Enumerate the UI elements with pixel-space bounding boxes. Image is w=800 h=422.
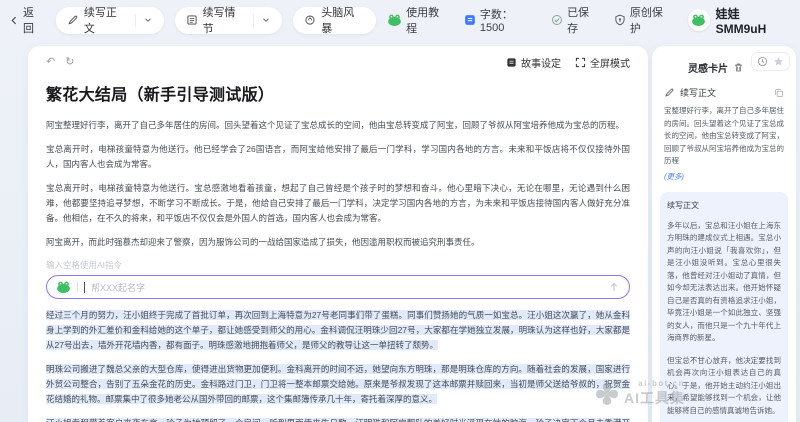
trash-icon[interactable] [733,62,744,73]
tutorial-button[interactable]: 使用教程 [387,4,450,36]
star-icon[interactable] [773,56,784,67]
text-cursor [84,282,85,293]
inspiration-header: 灵感卡片 [660,56,788,78]
saved-status: 已保存 [551,4,600,36]
inspiration-card[interactable]: 续写正文 宝整理好行李，离开了自己多年居住的房间。回头望着这个见证了宝总成长的空… [660,78,788,182]
tutorial-label: 使用教程 [406,4,450,36]
paragraph-text: 宝总离开时，电梯孩童特意为他送行。宝总感激地看着孩童，想起了自己曾经是个孩子时的… [46,183,630,223]
input-divider [77,282,78,292]
card-header: 续写正文 [664,86,784,99]
protect-label: 原创保护 [630,4,674,36]
paragraph[interactable]: 阿宝离开，而此时强慕杰却迎来了警察，因为服饰公司的一战给国家造成了损失，他因滥用… [46,235,630,250]
paragraph-selected[interactable]: 明珠公司搬进了魏总父亲的大型仓库，使得进出货物更加便利。金科离开的时间不远，她望… [46,362,630,407]
card-type-label: 续写正文 [680,86,716,99]
fullscreen-label: 全屏模式 [590,55,630,70]
username: 娃娃SMM9uH [716,5,790,36]
inspiration-title-group: 灵感卡片 [688,60,744,75]
inspiration-card-active[interactable]: 续写正文 多年以后，宝总和汪小姐在上海东方明珠的建成仪式上相遇。宝总小声的向汪小… [660,192,788,422]
back-label: 返回 [23,4,45,36]
topbar-right: 使用教程 字数：1500 已保存 原创保护 娃娃SMM9uH [387,4,790,36]
topbar: 返回 续写正文 续写情节 头脑风暴 使用教程 字数：1500 已保存 原创保 [0,0,800,40]
word-count-icon [464,14,476,26]
redo-button[interactable]: ↻ [65,57,74,68]
tab-continue-plot[interactable]: 续写情节 [175,7,283,34]
tab-brainstorm[interactable]: 头脑风暴 [293,7,376,34]
chevron-down-icon[interactable] [143,15,153,25]
frog-icon [387,14,402,26]
card-text: 宝整理好行李，离开了自己多年居住的房间。回头望着这个见证了宝总成长的空间，他由宝… [664,105,784,168]
paragraph-text: 经过三个月的努力，汪小姐终于完成了首批订单，再次回到上海特意为27号老同事们带了… [46,310,630,350]
paragraph[interactable]: 阿宝整理好行李，离开了自己多年居住的房间。回头望着这个见证了宝总成长的空间，他由… [46,118,630,133]
divider [135,14,136,27]
frog-avatar-icon [691,14,706,26]
word-count: 字数：1500 [464,6,537,34]
ai-command-input[interactable]: 帮XXX起名字 [46,275,630,299]
document-title[interactable]: 繁花大结局（新手引导测试版） [46,81,630,105]
paragraph[interactable]: 宝总离开时，电梯孩童特意为他送行。他已经学会了26国语言，而阿宝给他安排了最后一… [46,142,630,172]
more-link[interactable]: (更多) [664,171,784,182]
saved-label: 已保存 [567,4,600,36]
fullscreen-icon [575,57,586,68]
tab-label: 续写情节 [203,4,247,36]
editor-panel: ↶ ↻ 故事设定 全屏模式 繁花大结局（新手引导测试版） 阿宝整理好行李，离开了… [28,46,648,422]
story-settings-label: 故事设定 [521,55,561,70]
user-menu[interactable]: 娃娃SMM9uH [688,5,790,36]
word-count-label: 字数：1500 [480,6,537,34]
send-icon[interactable] [608,281,620,293]
ai-command-hint: 输入空格使用AI指令 [46,259,630,271]
ai-input-placeholder: 帮XXX起名字 [91,281,145,294]
inspiration-title: 灵感卡片 [688,60,728,75]
card-paragraph: 但宝总不甘心放弃，他决定要找到机会再次向汪小姐表达自己的真心。于是，他开始主动约… [667,355,781,418]
editor-toolbar-right: 故事设定 全屏模式 [506,55,630,70]
frog-icon [56,281,71,293]
pen-icon [664,87,675,98]
paragraph-text: 汪小姐专程带着客户来夜东京，玲子为她预留了一个房间，听到里面传来生日歌，汪明珠和… [46,418,630,422]
story-settings-icon [506,57,517,68]
paragraph-text: 宝总离开时，电梯孩童特意为他送行。他已经学会了26国语言，而阿宝给他安排了最后一… [46,144,630,169]
card-paragraph: 多年以后，宝总和汪小姐在上海东方明珠的建成仪式上相遇。宝总小声的向汪小姐说「我喜… [667,220,781,345]
inspiration-panel: 灵感卡片 续写正文 宝整理好行李，离开了自己多年居住的房间。回头望着这个见证了宝… [652,46,796,422]
inspiration-tools [751,52,790,71]
paragraph-text: 阿宝离开，而此时强慕杰却迎来了警察，因为服饰公司的一战给国家造成了损失，他因滥用… [46,237,480,247]
shield-icon [614,14,626,26]
tab-continue-text[interactable]: 续写正文 [56,7,164,34]
user-avatar [688,9,710,31]
document-icon [186,14,198,26]
story-settings-button[interactable]: 故事设定 [506,55,561,70]
chevron-left-icon [10,16,19,25]
paragraph-text: 阿宝整理好行李，离开了自己多年居住的房间。回头望着这个见证了宝总成长的空间，他由… [46,120,624,130]
chevron-down-icon[interactable] [261,15,271,25]
card-type-label: 续写正文 [667,200,781,211]
brainstorm-icon [304,14,316,26]
pen-icon [67,14,79,26]
history-clock-icon[interactable] [757,56,768,67]
paragraph-selected[interactable]: 汪小姐专程带着客户来夜东京，玲子为她预留了一个房间，听到里面传来生日歌，汪明珠和… [46,416,630,422]
tab-label: 头脑风暴 [321,4,365,36]
fullscreen-button[interactable]: 全屏模式 [575,55,630,70]
copy-icon[interactable] [774,88,784,98]
check-circle-icon [551,14,563,26]
back-button[interactable]: 返回 [10,4,45,36]
tab-label: 续写正文 [84,4,128,36]
undo-button[interactable]: ↶ [46,57,55,68]
divider [253,14,254,27]
copyright-protect-button[interactable]: 原创保护 [614,4,674,36]
paragraph-text: 明珠公司搬进了魏总父亲的大型仓库，使得进出货物更加便利。金科离开的时间不远，她望… [46,364,630,404]
paragraph[interactable]: 宝总离开时，电梯孩童特意为他送行。宝总感激地看着孩童，想起了自己曾经是个孩子时的… [46,181,630,226]
editor-toolbar: ↶ ↻ 故事设定 全屏模式 [46,55,630,69]
paragraph-selected[interactable]: 经过三个月的努力，汪小姐终于完成了首批订单，再次回到上海特意为27号老同事们带了… [46,308,630,353]
